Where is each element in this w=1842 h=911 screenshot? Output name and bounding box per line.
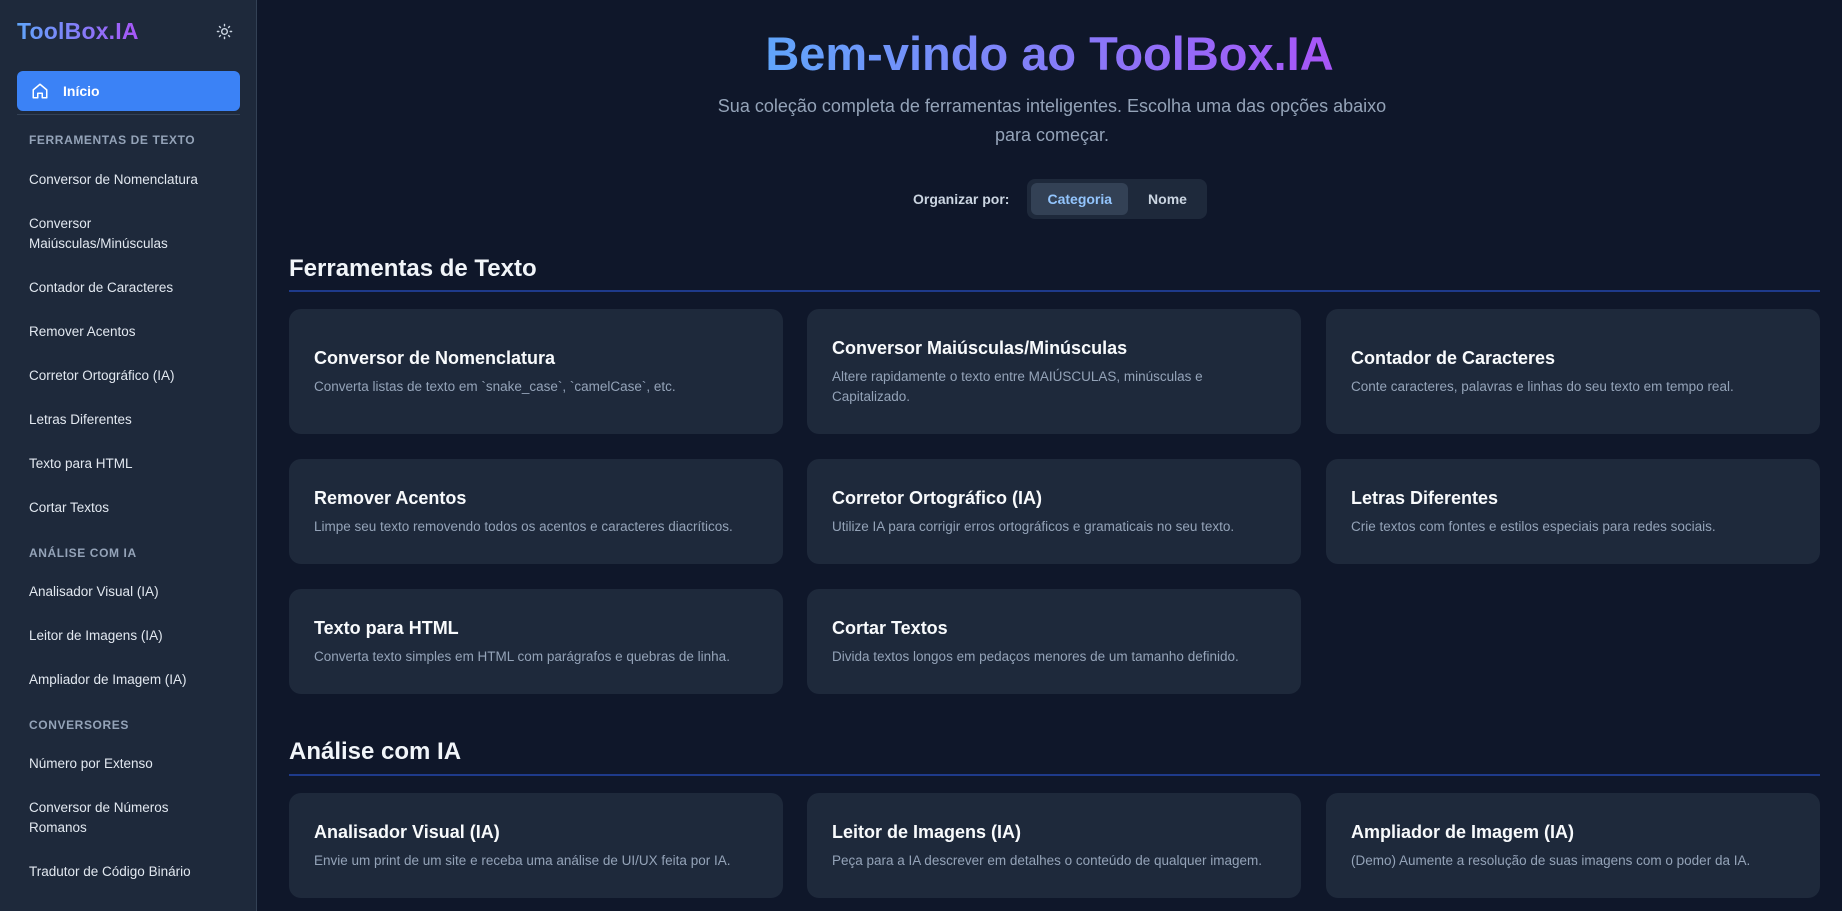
sidebar-item-fancy-letters[interactable]: Letras Diferentes (29, 410, 229, 430)
tool-card-title: Remover Acentos (314, 488, 467, 508)
tool-card-visual-analyzer[interactable]: Analisador Visual (IA) Envie um print de… (289, 793, 783, 898)
sidebar-item-split-text[interactable]: Cortar Textos (29, 498, 229, 518)
tool-card-title: Cortar Textos (832, 618, 948, 638)
tool-card-title: Leitor de Imagens (IA) (832, 822, 1022, 842)
sidebar-item-nomenclature-converter[interactable]: Conversor de Nomenclatura (29, 170, 229, 190)
section-title-ai-analysis: Análise com IA (289, 738, 462, 765)
tool-card-description: Converta texto simples em HTML com parág… (314, 649, 730, 664)
sidebar-item-visual-analyzer[interactable]: Analisador Visual (IA) (29, 582, 229, 602)
sidebar-divider (17, 114, 240, 115)
section-divider (289, 774, 1820, 776)
sidebar-item-remove-accents[interactable]: Remover Acentos (29, 322, 229, 342)
sort-toggle-group: Categoria Nome (1027, 179, 1207, 219)
page-title: Bem-vindo ao ToolBox.IA (257, 24, 1842, 84)
sort-label: Organizar por: (913, 191, 1010, 207)
section-title-text-tools: Ferramentas de Texto (289, 255, 537, 282)
tool-card-title: Corretor Ortográfico (IA) (832, 488, 1043, 508)
tool-card-title: Ampliador de Imagem (IA) (1351, 822, 1575, 842)
home-icon (32, 83, 48, 99)
tool-card-image-reader[interactable]: Leitor de Imagens (IA) Peça para a IA de… (807, 793, 1301, 898)
tool-card-title: Conversor de Nomenclatura (314, 348, 556, 368)
sidebar-item-image-upscaler[interactable]: Ampliador de Imagem (IA) (29, 670, 229, 690)
tool-card-description: Peça para a IA descrever em detalhes o c… (832, 853, 1263, 868)
tool-card-spell-checker[interactable]: Corretor Ortográfico (IA) Utilize IA par… (807, 459, 1301, 564)
tool-card-description: Altere rapidamente o texto entre MAIÚSCU… (832, 369, 1203, 404)
tool-card-description: Limpe seu texto removendo todos os acent… (314, 519, 733, 534)
home-nav-button[interactable]: Início (17, 71, 240, 111)
tool-card-text-to-html[interactable]: Texto para HTML Converta texto simples e… (289, 589, 783, 694)
sidebar-item-character-counter[interactable]: Contador de Caracteres (29, 278, 229, 298)
tool-card-title: Texto para HTML (314, 618, 459, 638)
page-title-text: Bem-vindo ao ToolBox.IA (765, 27, 1334, 80)
sidebar-item-roman-numerals[interactable]: Conversor de Números Romanos (29, 798, 229, 838)
tool-card-split-text[interactable]: Cortar Textos Divida textos longos em pe… (807, 589, 1301, 694)
tool-card-description: (Demo) Aumente a resolução de suas image… (1351, 853, 1751, 868)
tool-card-nomenclature-converter[interactable]: Conversor de Nomenclatura Converta lista… (289, 309, 783, 434)
sidebar-item-image-reader[interactable]: Leitor de Imagens (IA) (29, 626, 229, 646)
tool-card-fancy-letters[interactable]: Letras Diferentes Crie textos com fontes… (1326, 459, 1820, 564)
sort-control: Organizar por: Categoria Nome (913, 179, 1207, 219)
tool-card-image-upscaler[interactable]: Ampliador de Imagem (IA) (Demo) Aumente … (1326, 793, 1820, 898)
tool-card-description: Envie um print de um site e receba uma a… (314, 853, 731, 868)
tool-card-title: Conversor Maiúsculas/Minúsculas (832, 338, 1128, 358)
sidebar-heading-converters: CONVERSORES (29, 718, 129, 732)
sidebar-item-spell-checker[interactable]: Corretor Ortográfico (IA) (29, 366, 229, 386)
tool-card-title: Analisador Visual (IA) (314, 822, 500, 842)
tool-card-title: Contador de Caracteres (1351, 348, 1556, 368)
tool-card-description: Crie textos com fontes e estilos especia… (1351, 519, 1716, 534)
main-content: Bem-vindo ao ToolBox.IA Sua coleção comp… (257, 0, 1842, 911)
sidebar-heading-ai-analysis: ANÁLISE COM IA (29, 546, 137, 560)
page-subtitle: Sua coleção completa de ferramentas inte… (717, 96, 1387, 145)
sidebar-heading-text-tools: FERRAMENTAS DE TEXTO (29, 133, 196, 147)
tool-card-remove-accents[interactable]: Remover Acentos Limpe seu texto removend… (289, 459, 783, 564)
brand-logo[interactable]: ToolBox.IA (17, 18, 139, 45)
tool-card-description: Conte caracteres, palavras e linhas do s… (1351, 379, 1734, 394)
sidebar: ToolBox.IA Início FERRAMENTAS DE TEXTO C… (0, 0, 257, 911)
tool-card-case-converter[interactable]: Conversor Maiúsculas/Minúsculas Altere r… (807, 309, 1301, 434)
home-nav-label: Início (63, 83, 100, 99)
tool-card-description: Divida textos longos em pedaços menores … (832, 649, 1239, 664)
sun-icon (216, 23, 232, 39)
theme-toggle-button[interactable] (209, 16, 239, 46)
tool-card-title: Letras Diferentes (1351, 488, 1499, 508)
tool-card-description: Converta listas de texto em `snake_case`… (314, 379, 676, 394)
sidebar-item-case-converter[interactable]: Conversor Maiúsculas/Minúsculas (29, 214, 229, 254)
sidebar-item-binary-translator[interactable]: Tradutor de Código Binário (29, 862, 229, 882)
sort-option-category[interactable]: Categoria (1031, 183, 1129, 215)
sidebar-header: ToolBox.IA (17, 16, 239, 46)
sort-option-name[interactable]: Nome (1132, 183, 1203, 215)
tool-card-description: Utilize IA para corrigir erros ortográfi… (832, 519, 1235, 534)
tool-card-character-counter[interactable]: Contador de Caracteres Conte caracteres,… (1326, 309, 1820, 434)
sidebar-item-text-to-html[interactable]: Texto para HTML (29, 454, 229, 474)
section-divider (289, 290, 1820, 292)
sidebar-item-number-to-words[interactable]: Número por Extenso (29, 754, 229, 774)
